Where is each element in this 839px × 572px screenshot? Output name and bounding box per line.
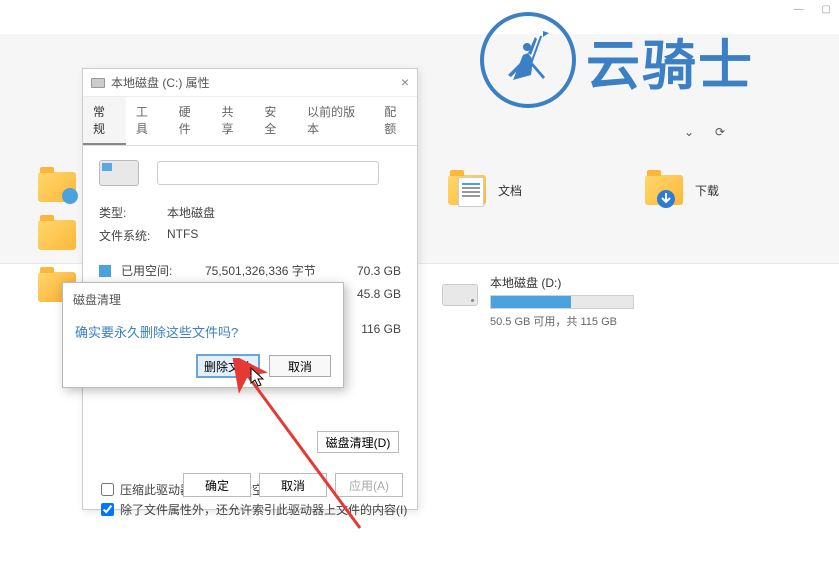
brand-logo: 云骑士	[480, 12, 754, 108]
downloads-label: 下载	[695, 182, 719, 199]
tab-tools[interactable]: 工具	[126, 97, 169, 145]
documents-label: 文档	[498, 182, 522, 199]
refresh-icon[interactable]: ⟳	[711, 123, 729, 141]
capacity-gb: 116 GB	[339, 322, 401, 336]
folder-icon	[38, 220, 76, 250]
library-item-downloads[interactable]: 下载	[645, 175, 719, 205]
document-icon	[458, 177, 484, 207]
tab-sharing[interactable]: 共享	[211, 97, 254, 145]
ok-button[interactable]: 确定	[183, 473, 251, 497]
minimize-icon[interactable]: —	[794, 4, 804, 15]
used-bytes: 75,501,326,336 字节	[193, 262, 339, 279]
address-bar-right: ⌄ ⟳	[679, 122, 729, 142]
library-item-3d[interactable]	[38, 172, 76, 202]
download-arrow-icon	[657, 190, 675, 208]
type-value: 本地磁盘	[167, 204, 215, 221]
brand-text: 云骑士	[586, 21, 754, 100]
confirm-dialog: 磁盘清理 确实要永久删除这些文件吗? 删除文件 取消	[62, 282, 344, 388]
compress-checkbox[interactable]	[101, 483, 114, 496]
fs-value: NTFS	[167, 227, 198, 244]
free-gb: 45.8 GB	[339, 287, 401, 301]
tab-security[interactable]: 安全	[254, 97, 297, 145]
tab-quota[interactable]: 配额	[374, 97, 417, 145]
knight-icon	[480, 12, 576, 108]
drive-icon	[91, 78, 105, 88]
drive-icon	[442, 284, 478, 306]
fs-label: 文件系统:	[99, 227, 167, 244]
drive-icon	[99, 160, 139, 186]
address-dropdown-icon[interactable]: ⌄	[679, 122, 699, 142]
drive-d-usage-text: 50.5 GB 可用，共 115 GB	[490, 313, 634, 329]
maximize-icon[interactable]: ▢	[822, 4, 831, 15]
drive-label-input[interactable]	[157, 161, 379, 185]
delete-files-button[interactable]: 删除文件	[197, 355, 259, 377]
disk-cleanup-button[interactable]: 磁盘清理(D)	[317, 431, 399, 453]
confirm-message: 确实要永久删除这些文件吗?	[63, 312, 343, 351]
confirm-title[interactable]: 磁盘清理	[63, 283, 343, 312]
tab-general[interactable]: 常规	[83, 97, 126, 145]
close-icon[interactable]: ×	[401, 74, 409, 90]
index-label: 除了文件属性外，还允许索引此驱动器上文件的内容(I)	[120, 501, 407, 518]
index-checkbox[interactable]	[101, 503, 114, 516]
tab-previous[interactable]: 以前的版本	[297, 97, 374, 145]
cancel-button[interactable]: 取消	[259, 473, 327, 497]
type-label: 类型:	[99, 204, 167, 221]
window-controls: — ▢	[794, 4, 831, 15]
used-indicator	[99, 265, 111, 277]
properties-title: 本地磁盘 (C:) 属性	[111, 74, 210, 91]
apply-button[interactable]: 应用(A)	[335, 473, 403, 497]
drive-d-item[interactable]: 本地磁盘 (D:) 50.5 GB 可用，共 115 GB	[442, 274, 634, 329]
confirm-cancel-button[interactable]: 取消	[269, 355, 331, 377]
tab-hardware[interactable]: 硬件	[169, 97, 212, 145]
drive-d-usage-bar	[490, 295, 634, 309]
properties-tabs: 常规 工具 硬件 共享 安全 以前的版本 配额	[83, 97, 417, 146]
used-gb: 70.3 GB	[339, 264, 401, 278]
used-label: 已用空间:	[121, 262, 193, 279]
folder-icon	[38, 172, 76, 202]
index-checkbox-row[interactable]: 除了文件属性外，还允许索引此驱动器上文件的内容(I)	[101, 501, 407, 518]
library-item-documents[interactable]: 文档	[448, 175, 522, 205]
properties-titlebar[interactable]: 本地磁盘 (C:) 属性 ×	[83, 69, 417, 97]
drive-d-name: 本地磁盘 (D:)	[490, 274, 634, 291]
library-item-pictures[interactable]	[38, 220, 76, 250]
